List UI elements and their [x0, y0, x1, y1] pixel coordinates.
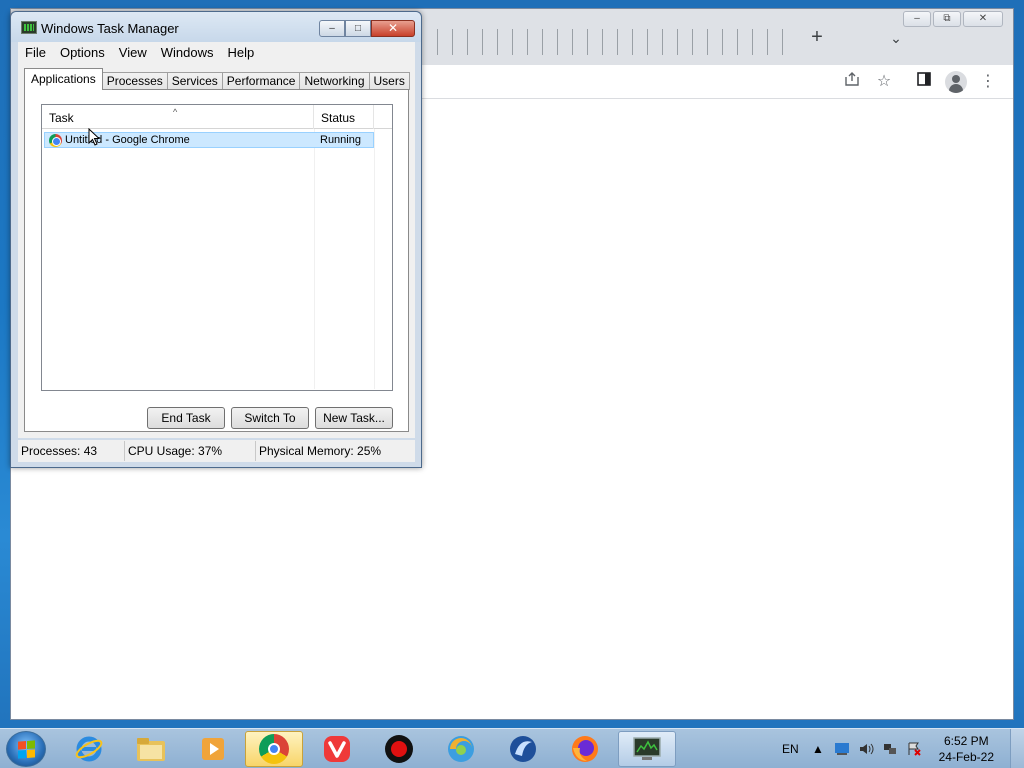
network-icon[interactable]: [882, 741, 898, 757]
internet-explorer-icon: [75, 736, 103, 762]
tab-networking[interactable]: Networking: [299, 72, 370, 90]
chrome-window-controls: – ⧉ ✕: [903, 11, 1003, 27]
column-task[interactable]: Task ^: [42, 105, 314, 129]
task-list[interactable]: Task ^ Status Untitled - Google Chrome R…: [41, 104, 393, 391]
menu-file[interactable]: File: [18, 45, 53, 60]
side-panel-icon[interactable]: [913, 71, 935, 93]
status-bar: Processes: 43 CPU Usage: 37% Physical Me…: [18, 440, 415, 462]
volume-icon[interactable]: [858, 741, 874, 757]
taskbar-task-manager[interactable]: [618, 731, 676, 767]
column-task-label: Task: [49, 111, 74, 125]
language-indicator[interactable]: EN: [782, 729, 799, 768]
column-status-label: Status: [321, 111, 356, 125]
maximize-button[interactable]: □: [345, 20, 371, 37]
menu-windows[interactable]: Windows: [154, 45, 221, 60]
firefox-icon: [572, 736, 598, 762]
clock[interactable]: 6:52 PM 24-Feb-22: [939, 733, 994, 765]
row-status: Running: [320, 134, 361, 146]
task-manager-body: Applications Processes Services Performa…: [18, 62, 415, 438]
folder-icon: [137, 738, 165, 761]
new-tab-button[interactable]: +: [805, 25, 829, 49]
tab-performance[interactable]: Performance: [221, 72, 301, 90]
taskbar: EN ▲ 6:52 PM 24-Feb-22: [0, 728, 1024, 768]
record-icon: [385, 735, 413, 763]
applications-panel: Task ^ Status Untitled - Google Chrome R…: [24, 89, 409, 432]
status-memory: Physical Memory: 25%: [259, 444, 382, 458]
seamonkey-icon: [510, 736, 536, 762]
taskbar-google-chrome[interactable]: [245, 731, 303, 767]
column-divider: [314, 129, 315, 389]
tab-processes[interactable]: Processes: [101, 72, 168, 90]
chrome-tabs[interactable]: [427, 29, 787, 55]
taskbar-recorder[interactable]: [370, 731, 428, 767]
column-status[interactable]: Status: [314, 105, 374, 129]
media-player-icon: [202, 738, 224, 760]
status-processes: Processes: 43: [18, 441, 125, 461]
tab-services[interactable]: Services: [166, 72, 223, 90]
profile-avatar-icon[interactable]: [945, 71, 967, 93]
task-manager-icon: [633, 737, 661, 760]
vivaldi-icon: [324, 736, 350, 762]
flag-alert-icon[interactable]: [906, 741, 922, 757]
menu-view[interactable]: View: [112, 45, 154, 60]
close-button[interactable]: ✕: [371, 20, 415, 37]
taskbar-vivaldi[interactable]: [308, 731, 366, 767]
restore-icon[interactable]: ⧉: [933, 11, 961, 27]
tab-applications[interactable]: Applications: [24, 68, 103, 90]
taskbar-media-player[interactable]: [184, 731, 242, 767]
start-button[interactable]: [6, 731, 46, 767]
taskbar-waterfox[interactable]: [432, 731, 490, 767]
show-desktop-button[interactable]: [1010, 729, 1024, 768]
taskbar-firefox[interactable]: [556, 731, 614, 767]
close-icon[interactable]: ✕: [963, 11, 1003, 27]
tab-search-button[interactable]: ⌄: [884, 26, 908, 50]
show-hidden-icons[interactable]: ▲: [812, 729, 824, 768]
row-task-name: Untitled - Google Chrome: [65, 134, 190, 146]
sort-ascending-icon: ^: [173, 107, 178, 117]
task-manager-icon: [21, 21, 37, 34]
chrome-icon: [49, 134, 62, 147]
tab-strip: Applications Processes Services Performa…: [24, 68, 410, 90]
menu-bar: File Options View Windows Help: [18, 42, 415, 62]
clock-date: 24-Feb-22: [938, 750, 994, 764]
tab-users[interactable]: Users: [368, 72, 410, 90]
waterfox-icon: [448, 736, 474, 762]
task-manager-window: Windows Task Manager – □ ✕ File Options …: [10, 11, 422, 468]
column-divider: [374, 129, 375, 389]
share-icon[interactable]: [841, 71, 863, 93]
menu-help[interactable]: Help: [220, 45, 261, 60]
end-task-button[interactable]: End Task: [147, 407, 225, 429]
minimize-button[interactable]: –: [319, 20, 345, 37]
menu-options[interactable]: Options: [53, 45, 112, 60]
chrome-icon: [259, 734, 289, 764]
new-task-button[interactable]: New Task...: [315, 407, 393, 429]
window-title: Windows Task Manager: [41, 21, 179, 36]
minimize-icon[interactable]: –: [903, 11, 931, 27]
window-controls: – □ ✕: [319, 20, 415, 37]
more-menu-icon[interactable]: ⋮: [977, 71, 999, 93]
system-tray: [834, 729, 922, 768]
title-bar[interactable]: Windows Task Manager – □ ✕: [11, 12, 421, 42]
taskbar-seamonkey[interactable]: [494, 731, 552, 767]
mouse-cursor-icon: [88, 128, 100, 146]
list-header: Task ^ Status: [42, 105, 392, 129]
taskbar-explorer[interactable]: [122, 731, 180, 767]
taskbar-internet-explorer[interactable]: [60, 731, 118, 767]
clock-time: 6:52 PM: [943, 734, 989, 748]
action-center-icon[interactable]: [834, 741, 850, 757]
switch-to-button[interactable]: Switch To: [231, 407, 309, 429]
bookmark-star-icon[interactable]: ☆: [873, 71, 895, 93]
status-cpu: CPU Usage: 37%: [125, 441, 256, 461]
